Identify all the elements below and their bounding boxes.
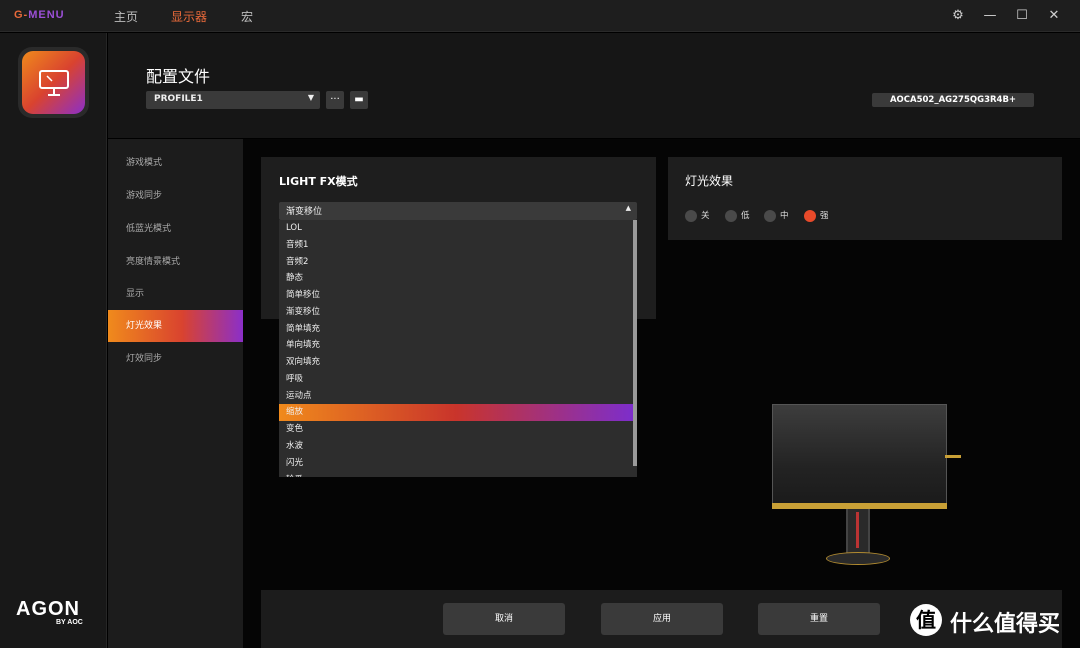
reset-button[interactable]: 重置 bbox=[758, 603, 880, 635]
chevron-down-icon: ▼ bbox=[307, 93, 314, 102]
option-flash[interactable]: 闪光 bbox=[279, 455, 633, 472]
radio-dot-selected bbox=[804, 209, 816, 222]
monitor-icon bbox=[38, 69, 69, 96]
option-audio2[interactable]: 音频2 bbox=[279, 254, 633, 271]
monitor-preview-screen bbox=[772, 404, 947, 509]
option-rotate[interactable]: 轮番 bbox=[279, 472, 633, 477]
close-icon[interactable]: ✕ bbox=[1045, 7, 1063, 25]
radio-mid[interactable]: 中 bbox=[764, 209, 789, 222]
watermark-text: 什么值得买 bbox=[950, 612, 1061, 637]
light-effect-title: 灯光效果 bbox=[685, 174, 734, 188]
option-one-way-fill[interactable]: 单向填充 bbox=[279, 337, 633, 354]
profile-select[interactable]: PROFILE1 ▼ bbox=[146, 91, 320, 109]
radio-off[interactable]: 关 bbox=[685, 209, 710, 222]
minimize-icon[interactable]: — bbox=[981, 7, 999, 25]
sidebar-item-low-blue[interactable]: 低蓝光模式 bbox=[108, 213, 243, 245]
sidebar-item-display[interactable]: 显示 bbox=[108, 278, 243, 310]
option-breathe[interactable]: 呼吸 bbox=[279, 371, 633, 388]
sidebar-item-game-mode[interactable]: 游戏模式 bbox=[108, 147, 243, 179]
profile-header: 配置文件 PROFILE1 ▼ ··· ▬ AOCA502_AG275QG3R4… bbox=[108, 33, 1080, 138]
nav-macro[interactable]: 宏 bbox=[241, 8, 253, 25]
save-profile-icon[interactable]: ▬ bbox=[350, 91, 368, 109]
settings-sidebar: 游戏模式 游戏同步 低蓝光模式 亮度情景模式 显示 灯光效果 灯效同步 bbox=[108, 139, 243, 648]
option-zoom-highlighted[interactable]: 缩放 bbox=[279, 404, 633, 421]
radio-low[interactable]: 低 bbox=[725, 209, 750, 222]
agon-logo: AGON bbox=[16, 598, 80, 620]
chevron-up-icon: ▲ bbox=[625, 204, 631, 212]
lightfx-selected-value: 渐变移位 bbox=[286, 207, 323, 217]
nav-home[interactable]: 主页 bbox=[114, 8, 138, 25]
option-ripple[interactable]: 水波 bbox=[279, 438, 633, 455]
sidebar-item-brightness[interactable]: 亮度情景模式 bbox=[108, 246, 243, 278]
option-audio1[interactable]: 音频1 bbox=[279, 237, 633, 254]
profile-value: PROFILE1 bbox=[154, 94, 203, 104]
option-two-way-fill[interactable]: 双向填充 bbox=[279, 354, 633, 371]
option-moving-dot[interactable]: 运动点 bbox=[279, 388, 633, 405]
left-rail: AGON BY AOC bbox=[0, 33, 107, 648]
option-simple-shift[interactable]: 简单移位 bbox=[279, 287, 633, 304]
page-title: 配置文件 bbox=[146, 67, 211, 86]
nav-monitor[interactable]: 显示器 bbox=[171, 8, 207, 25]
option-static[interactable]: 静态 bbox=[279, 270, 633, 287]
lightfx-mode-select[interactable]: 渐变移位 ▲ bbox=[279, 202, 637, 220]
sidebar-item-light-sync[interactable]: 灯效同步 bbox=[108, 343, 243, 375]
app-brand: G-MENU bbox=[14, 9, 65, 21]
radio-dot bbox=[725, 209, 737, 222]
monitor-preview-base bbox=[826, 552, 890, 565]
lightfx-options-list: LOL 音频1 音频2 静态 简单移位 渐变移位 简单填充 单向填充 双向填充 … bbox=[279, 220, 637, 477]
option-gradient-shift[interactable]: 渐变移位 bbox=[279, 304, 633, 321]
sidebar-item-game-sync[interactable]: 游戏同步 bbox=[108, 180, 243, 212]
light-effect-panel: 灯光效果 关 低 中 强 bbox=[668, 157, 1062, 240]
aoc-logo: BY AOC bbox=[56, 619, 83, 626]
radio-dot bbox=[685, 209, 697, 222]
radio-dot bbox=[764, 209, 776, 222]
option-simple-fill[interactable]: 简单填充 bbox=[279, 321, 633, 338]
option-lol[interactable]: LOL bbox=[279, 220, 633, 237]
cancel-button[interactable]: 取消 bbox=[443, 603, 565, 635]
device-id-badge: AOCA502_AG275QG3R4B+ bbox=[872, 93, 1034, 107]
apply-button[interactable]: 应用 bbox=[601, 603, 723, 635]
dropdown-scrollbar[interactable] bbox=[633, 220, 637, 466]
option-color-change[interactable]: 变色 bbox=[279, 421, 633, 438]
more-button[interactable]: ··· bbox=[326, 91, 344, 109]
monitor-preview-hook bbox=[945, 455, 961, 458]
radio-high[interactable]: 强 bbox=[804, 209, 829, 222]
monitor-app-icon[interactable] bbox=[18, 47, 89, 118]
title-bar: G-MENU 主页 显示器 宏 ⚙ — ☐ ✕ bbox=[0, 0, 1080, 32]
watermark-logo: 值 bbox=[910, 604, 942, 636]
settings-icon[interactable]: ⚙ bbox=[949, 7, 967, 25]
lightfx-title: LIGHT FX模式 bbox=[279, 175, 358, 188]
sidebar-item-light-effect[interactable]: 灯光效果 bbox=[108, 310, 243, 342]
monitor-preview-accent bbox=[856, 512, 859, 548]
maximize-icon[interactable]: ☐ bbox=[1013, 7, 1031, 25]
